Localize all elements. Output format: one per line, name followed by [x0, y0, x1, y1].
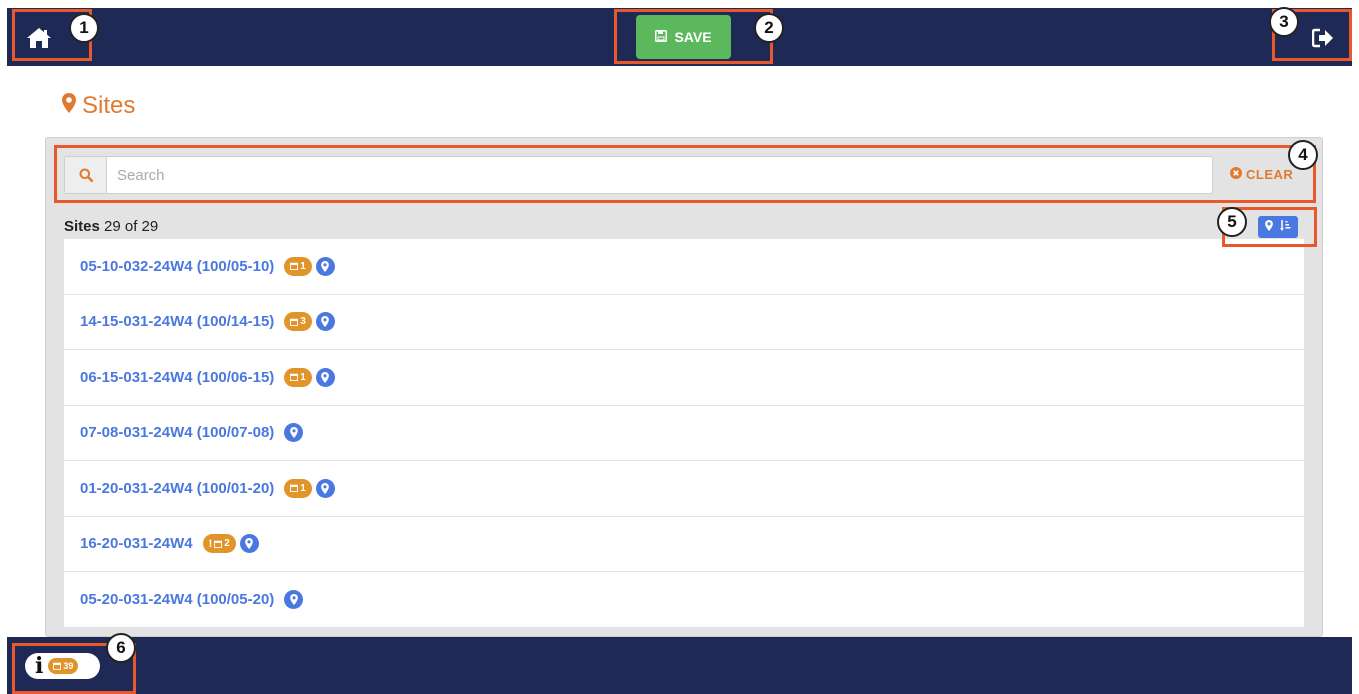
calendar-icon [214, 540, 223, 548]
calendar-icon [290, 318, 299, 326]
site-list: 05-10-032-24W4 (100/05-10) 1 14-15-031-24W… [64, 239, 1304, 628]
map-marker-icon[interactable] [239, 534, 259, 554]
site-name-link[interactable]: 16-20-031-24W4 [80, 535, 193, 552]
callout-box-4 [54, 145, 1316, 203]
site-name-link[interactable]: 05-20-031-24W4 (100/05-20) [80, 591, 274, 608]
calendar-icon [290, 484, 299, 493]
map-marker-icon[interactable] [284, 423, 304, 443]
page-title-text: Sites [82, 92, 136, 119]
site-list-item[interactable]: 06-15-031-24W4 (100/06-15) 1 [64, 350, 1304, 406]
site-name-link[interactable]: 14-15-031-24W4 (100/14-15) [80, 313, 274, 330]
map-marker-icon [62, 92, 76, 120]
callout-number-4: 4 [1288, 140, 1318, 170]
site-event-count: 2 [224, 538, 230, 550]
site-name-link[interactable]: 01-20-031-24W4 (100/01-20) [80, 480, 274, 497]
calendar-icon [290, 262, 299, 271]
bottom-bar [7, 637, 1352, 694]
site-list-item[interactable]: 16-20-031-24W4! 2 [64, 516, 1304, 572]
callout-number-3: 3 [1269, 7, 1299, 37]
callout-number-2: 2 [754, 13, 784, 43]
site-name-link[interactable]: 07-08-031-24W4 (100/07-08) [80, 424, 274, 441]
page-title: Sites [62, 92, 135, 120]
site-name-link[interactable]: 05-10-032-24W4 (100/05-10) [80, 258, 274, 275]
site-list-item[interactable]: 07-08-031-24W4 (100/07-08) [64, 405, 1304, 461]
site-list-item[interactable]: 14-15-031-24W4 (100/14-15) 3 [64, 294, 1304, 350]
callout-number-5: 5 [1217, 207, 1247, 237]
callout-box-2 [614, 9, 773, 64]
map-marker-icon[interactable] [315, 478, 335, 498]
calendar-icon [290, 373, 299, 382]
list-header: Sites 29 of 29 [64, 218, 158, 235]
exclamation-icon: ! [208, 537, 213, 550]
site-name-link[interactable]: 06-15-031-24W4 (100/06-15) [80, 369, 274, 386]
site-event-badge: 1 [284, 367, 312, 387]
map-marker-icon[interactable] [284, 589, 304, 609]
site-event-badge: 3 [284, 312, 312, 332]
list-header-label: Sites [64, 218, 100, 235]
site-list-item[interactable]: 05-10-032-24W4 (100/05-10) 1 [64, 239, 1304, 295]
map-marker-icon[interactable] [315, 256, 335, 276]
callout-number-6: 6 [106, 633, 136, 663]
site-event-badge: 1 [284, 478, 312, 498]
callout-number-1: 1 [69, 13, 99, 43]
list-count: 29 of 29 [104, 218, 159, 235]
site-event-count: 3 [300, 316, 306, 328]
site-event-count: 1 [300, 260, 306, 272]
site-list-item[interactable]: 01-20-031-24W4 (100/01-20) 1 [64, 461, 1304, 517]
map-marker-icon[interactable] [315, 367, 335, 387]
site-event-badge: 1 [284, 256, 312, 276]
map-marker-icon[interactable] [315, 312, 335, 332]
sites-panel: CLEAR Sites 29 of 29 05-10-032-24W4 (100… [45, 137, 1323, 637]
site-event-count: 1 [300, 371, 306, 383]
site-event-badge: ! 2 [202, 534, 236, 554]
site-list-item[interactable]: 05-20-031-24W4 (100/05-20) [64, 572, 1304, 628]
site-event-count: 1 [300, 482, 306, 494]
